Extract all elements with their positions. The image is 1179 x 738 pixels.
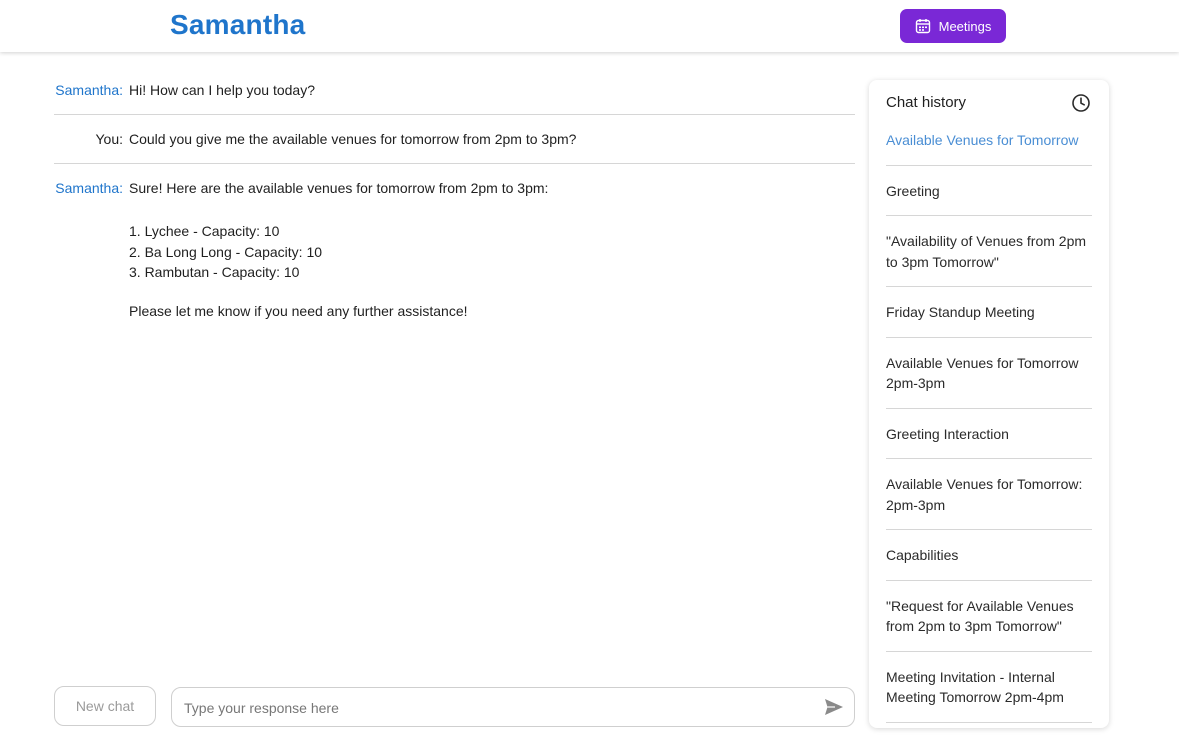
chat-history-title: Chat history: [886, 94, 967, 111]
history-item[interactable]: Available Venues for Tomorrow: [886, 128, 1092, 166]
chat-message: Samantha: Sure! Here are the available v…: [54, 164, 855, 335]
chat-history-header: Chat history: [869, 80, 1109, 128]
chat-transcript: Samantha: Hi! How can I help you today? …: [54, 66, 855, 335]
history-item[interactable]: Available Venues for Tomorrow 2pm-3pm: [886, 338, 1092, 409]
venue-list-item: 3. Rambutan - Capacity: 10: [129, 264, 300, 280]
message-content: Sure! Here are the available venues for …: [129, 180, 548, 320]
new-chat-button[interactable]: New chat: [54, 686, 156, 726]
response-input[interactable]: [182, 688, 806, 728]
message-text: Sure! Here are the available venues for …: [129, 180, 549, 196]
send-icon[interactable]: [822, 696, 846, 718]
message-speaker: Samantha:: [55, 180, 123, 196]
chat-history-list: Available Venues for Tomorrow Greeting "…: [886, 128, 1092, 723]
venue-list-item: 2. Ba Long Long - Capacity: 10: [129, 243, 323, 260]
clock-icon[interactable]: [1071, 93, 1091, 113]
meetings-button[interactable]: Meetings: [900, 9, 1006, 43]
chat-message: You: Could you give me the available ven…: [54, 115, 855, 164]
history-item[interactable]: Greeting: [886, 166, 1092, 216]
app-title: Samantha: [170, 9, 306, 40]
history-item[interactable]: "Availability of Venues from 2pm to 3pm …: [886, 216, 1092, 287]
history-item[interactable]: Meeting Invitation - Internal Meeting To…: [886, 652, 1092, 723]
message-closing: Please let me know if you need any furth…: [129, 302, 468, 319]
message-text: Could you give me the available venues f…: [129, 131, 577, 147]
venue-list-item: 1. Lychee - Capacity: 10: [129, 223, 280, 239]
history-item[interactable]: Friday Standup Meeting: [886, 287, 1092, 338]
message-composer: [171, 687, 855, 728]
history-item[interactable]: Capabilities: [886, 530, 1092, 581]
message-text: Hi! How can I help you today?: [129, 82, 315, 98]
chat-history-panel: Chat history Available Venues for Tomorr…: [869, 80, 1109, 728]
chat-message: Samantha: Hi! How can I help you today?: [54, 66, 855, 115]
history-item[interactable]: Available Venues for Tomorrow: 2pm-3pm: [886, 459, 1092, 530]
message-speaker: Samantha:: [55, 82, 123, 98]
top-header: Samantha Meetings: [0, 0, 1179, 52]
venue-list: 1. Lychee - Capacity: 10 2. Ba Long Long…: [129, 221, 548, 283]
message-speaker: You:: [95, 131, 123, 147]
history-item[interactable]: Greeting Interaction: [886, 409, 1092, 459]
meetings-button-label: Meetings: [938, 18, 992, 34]
calendar-icon: [915, 18, 931, 34]
history-item[interactable]: "Request for Available Venues from 2pm t…: [886, 581, 1092, 652]
